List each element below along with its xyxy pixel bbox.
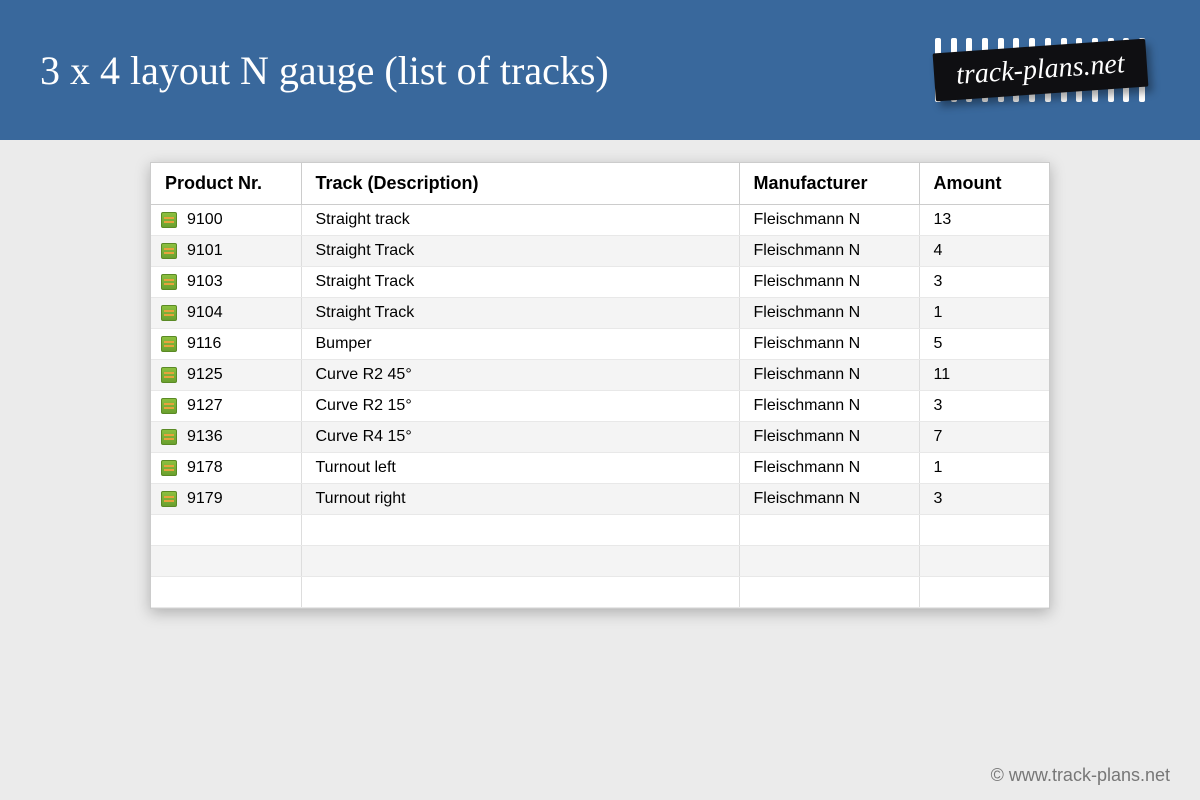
product-nr-value: 9104	[187, 304, 223, 322]
header-bar: 3 x 4 layout N gauge (list of tracks) tr…	[0, 0, 1200, 140]
table-row: 9178 Turnout leftFleischmann N1	[151, 453, 1049, 484]
table-row: 9104 Straight TrackFleischmann N1	[151, 298, 1049, 329]
table-row: 9101 Straight TrackFleischmann N4	[151, 236, 1049, 267]
cell-description: Straight Track	[301, 236, 739, 267]
track-icon	[161, 367, 177, 383]
cell-product-nr: 9116	[151, 329, 301, 360]
table-row: 9136 Curve R4 15°Fleischmann N7	[151, 422, 1049, 453]
cell-description: Curve R4 15°	[301, 422, 739, 453]
cell-amount: 11	[919, 360, 1049, 391]
track-icon	[161, 491, 177, 507]
col-amount: Amount	[919, 163, 1049, 205]
product-nr-value: 9179	[187, 490, 223, 508]
cell-empty	[301, 546, 739, 577]
table-row-empty	[151, 515, 1049, 546]
cell-product-nr: 9125	[151, 360, 301, 391]
cell-empty	[739, 577, 919, 608]
track-icon	[161, 243, 177, 259]
product-nr-value: 9100	[187, 211, 223, 229]
cell-amount: 1	[919, 453, 1049, 484]
cell-manufacturer: Fleischmann N	[739, 484, 919, 515]
product-nr-value: 9178	[187, 459, 223, 477]
footer-copyright: © www.track-plans.net	[991, 765, 1170, 786]
col-product-nr: Product Nr.	[151, 163, 301, 205]
cell-manufacturer: Fleischmann N	[739, 298, 919, 329]
cell-product-nr: 9104	[151, 298, 301, 329]
tracks-table: Product Nr. Track (Description) Manufact…	[151, 163, 1049, 608]
cell-empty	[739, 515, 919, 546]
cell-description: Straight Track	[301, 298, 739, 329]
table-row: 9103 Straight TrackFleischmann N3	[151, 267, 1049, 298]
cell-manufacturer: Fleischmann N	[739, 391, 919, 422]
cell-amount: 3	[919, 484, 1049, 515]
track-icon	[161, 429, 177, 445]
cell-description: Straight track	[301, 205, 739, 236]
cell-product-nr: 9103	[151, 267, 301, 298]
product-nr-value: 9101	[187, 242, 223, 260]
cell-product-nr: 9178	[151, 453, 301, 484]
cell-amount: 3	[919, 391, 1049, 422]
table-row: 9116 BumperFleischmann N5	[151, 329, 1049, 360]
table-row-empty	[151, 577, 1049, 608]
cell-empty	[919, 546, 1049, 577]
table-header-row: Product Nr. Track (Description) Manufact…	[151, 163, 1049, 205]
cell-manufacturer: Fleischmann N	[739, 205, 919, 236]
track-icon	[161, 305, 177, 321]
cell-description: Straight Track	[301, 267, 739, 298]
cell-manufacturer: Fleischmann N	[739, 329, 919, 360]
cell-amount: 3	[919, 267, 1049, 298]
site-logo: track-plans.net	[920, 46, 1160, 94]
cell-product-nr: 9100	[151, 205, 301, 236]
cell-amount: 5	[919, 329, 1049, 360]
track-icon	[161, 274, 177, 290]
cell-description: Turnout left	[301, 453, 739, 484]
tracks-table-container: Product Nr. Track (Description) Manufact…	[150, 162, 1050, 609]
cell-empty	[919, 577, 1049, 608]
product-nr-value: 9136	[187, 428, 223, 446]
cell-empty	[151, 515, 301, 546]
product-nr-value: 9103	[187, 273, 223, 291]
cell-empty	[301, 577, 739, 608]
cell-manufacturer: Fleischmann N	[739, 453, 919, 484]
table-row: 9127 Curve R2 15°Fleischmann N3	[151, 391, 1049, 422]
cell-empty	[739, 546, 919, 577]
cell-manufacturer: Fleischmann N	[739, 360, 919, 391]
cell-manufacturer: Fleischmann N	[739, 236, 919, 267]
cell-description: Curve R2 15°	[301, 391, 739, 422]
page-title: 3 x 4 layout N gauge (list of tracks)	[40, 47, 609, 94]
cell-amount: 13	[919, 205, 1049, 236]
table-row: 9125 Curve R2 45°Fleischmann N11	[151, 360, 1049, 391]
table-row: 9179 Turnout rightFleischmann N3	[151, 484, 1049, 515]
cell-description: Curve R2 45°	[301, 360, 739, 391]
track-icon	[161, 398, 177, 414]
cell-product-nr: 9179	[151, 484, 301, 515]
cell-empty	[151, 577, 301, 608]
cell-amount: 7	[919, 422, 1049, 453]
product-nr-value: 9127	[187, 397, 223, 415]
table-row-empty	[151, 546, 1049, 577]
cell-description: Bumper	[301, 329, 739, 360]
product-nr-value: 9116	[187, 335, 221, 353]
cell-empty	[919, 515, 1049, 546]
cell-product-nr: 9101	[151, 236, 301, 267]
cell-empty	[151, 546, 301, 577]
cell-manufacturer: Fleischmann N	[739, 422, 919, 453]
track-icon	[161, 460, 177, 476]
product-nr-value: 9125	[187, 366, 223, 384]
cell-product-nr: 9136	[151, 422, 301, 453]
col-manufacturer: Manufacturer	[739, 163, 919, 205]
cell-description: Turnout right	[301, 484, 739, 515]
col-description: Track (Description)	[301, 163, 739, 205]
table-row: 9100 Straight trackFleischmann N13	[151, 205, 1049, 236]
cell-empty	[301, 515, 739, 546]
track-icon	[161, 212, 177, 228]
cell-manufacturer: Fleischmann N	[739, 267, 919, 298]
cell-product-nr: 9127	[151, 391, 301, 422]
cell-amount: 4	[919, 236, 1049, 267]
track-icon	[161, 336, 177, 352]
content-area: Product Nr. Track (Description) Manufact…	[0, 140, 1200, 609]
cell-amount: 1	[919, 298, 1049, 329]
